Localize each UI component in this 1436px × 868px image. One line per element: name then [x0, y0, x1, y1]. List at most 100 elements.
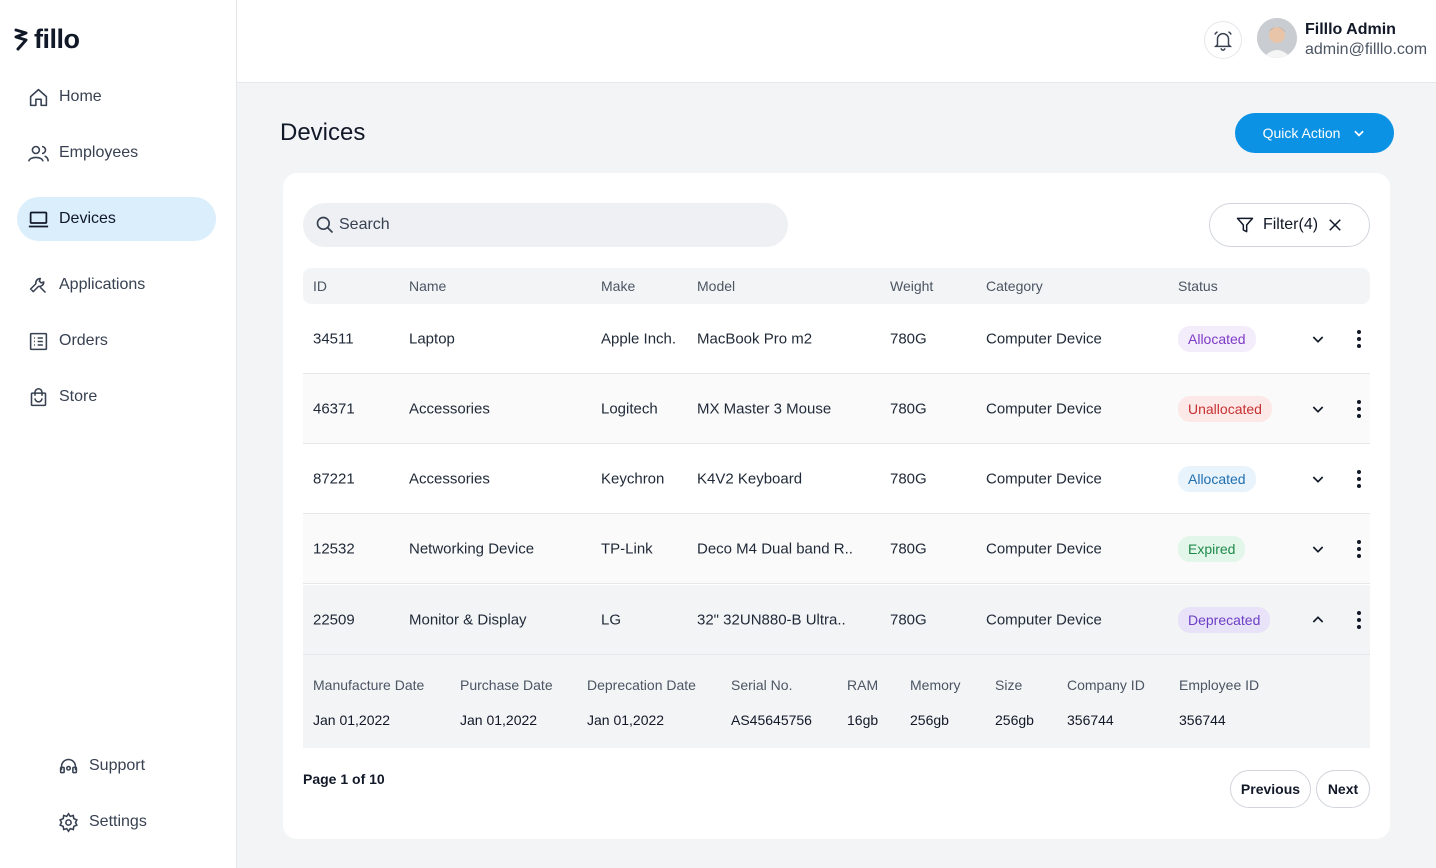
- more-vertical-icon: [1357, 539, 1361, 558]
- table-row[interactable]: 12532 Networking Device TP-Link Deco M4 …: [303, 514, 1370, 584]
- row-menu-button[interactable]: [1351, 329, 1367, 349]
- detail-header: Size: [995, 677, 1023, 693]
- cell-category: Computer Device: [986, 400, 1102, 417]
- notifications-button[interactable]: [1204, 21, 1242, 59]
- gear-icon: [59, 811, 78, 833]
- next-button[interactable]: Next: [1316, 770, 1370, 808]
- bell-icon: [1213, 31, 1233, 51]
- sidebar-item-orders[interactable]: Orders: [17, 319, 216, 363]
- column-header-make[interactable]: Make: [601, 278, 635, 294]
- top-header: Filllo Admin admin@filllo.com: [237, 0, 1436, 83]
- cell-make: Keychron: [601, 470, 665, 487]
- sidebar-item-employees[interactable]: Employees: [17, 131, 216, 175]
- users-icon: [28, 145, 49, 162]
- status-badge: Allocated: [1178, 465, 1256, 492]
- cell-weight: 780G: [890, 330, 927, 347]
- sidebar-item-devices[interactable]: Devices: [17, 197, 216, 241]
- more-vertical-icon: [1357, 469, 1361, 488]
- status-badge: Unallocated: [1178, 395, 1272, 422]
- cell-category: Computer Device: [986, 611, 1102, 628]
- sidebar-item-home[interactable]: Home: [17, 75, 216, 119]
- sidebar-item-applications[interactable]: Applications: [17, 263, 216, 307]
- cell-id: 22509: [313, 611, 355, 628]
- filter-label: Filter(4): [1262, 216, 1319, 233]
- column-header-status[interactable]: Status: [1178, 278, 1218, 294]
- cell-name: Monitor & Display: [409, 611, 527, 628]
- expand-row-button[interactable]: [1310, 331, 1326, 347]
- table-row[interactable]: 87221 Accessories Keychron K4V2 Keyboard…: [303, 444, 1370, 514]
- cell-weight: 780G: [890, 611, 927, 628]
- cell-category: Computer Device: [986, 540, 1102, 557]
- brand-logo[interactable]: fillo: [14, 24, 80, 55]
- cell-category: Computer Device: [986, 470, 1102, 487]
- row-details-panel: Manufacture Date Purchase Date Deprecati…: [303, 655, 1370, 748]
- sidebar-item-store[interactable]: Store: [17, 375, 216, 419]
- cell-id: 46371: [313, 400, 355, 417]
- search-bar[interactable]: [303, 203, 788, 247]
- cell-model: Deco M4 Dual band R..: [697, 540, 853, 557]
- cell-make: TP-Link: [601, 540, 653, 557]
- cell-id: 34511: [313, 330, 354, 347]
- sidebar: fillo Home Employees Devices Application…: [0, 0, 237, 868]
- column-header-weight[interactable]: Weight: [890, 278, 933, 294]
- avatar[interactable]: [1257, 18, 1297, 58]
- cell-model: 32" 32UN880-B Ultra..: [697, 611, 846, 628]
- expand-row-button[interactable]: [1310, 401, 1326, 417]
- bag-icon: [30, 387, 47, 406]
- detail-header: Memory: [910, 677, 961, 693]
- expand-row-button[interactable]: [1310, 541, 1326, 557]
- row-menu-button[interactable]: [1351, 469, 1367, 489]
- sidebar-item-label: Store: [59, 388, 98, 405]
- sidebar-item-label: Orders: [59, 332, 108, 349]
- collapse-row-button[interactable]: [1310, 612, 1326, 628]
- column-header-category[interactable]: Category: [986, 278, 1043, 294]
- detail-header: Serial No.: [731, 677, 793, 693]
- table-header: ID Name Make Model Weight Category Statu…: [303, 268, 1370, 304]
- column-header-model[interactable]: Model: [697, 278, 735, 294]
- detail-header: Company ID: [1067, 677, 1145, 693]
- page-title: Devices: [280, 119, 366, 146]
- expand-row-button[interactable]: [1310, 471, 1326, 487]
- cell-model: K4V2 Keyboard: [697, 470, 803, 487]
- row-menu-button[interactable]: [1351, 610, 1367, 630]
- search-input[interactable]: [339, 216, 759, 234]
- sidebar-item-settings[interactable]: Settings: [47, 800, 217, 844]
- cell-make: Apple Inch.: [601, 330, 677, 347]
- sidebar-item-label: Settings: [89, 813, 147, 830]
- cell-name: Networking Device: [409, 540, 535, 557]
- table-row-expanded[interactable]: 22509 Monitor & Display LG 32" 32UN880-B…: [303, 585, 1370, 655]
- detail-header: RAM: [847, 677, 879, 693]
- detail-value: Jan 01,2022: [587, 712, 665, 728]
- cell-model: MX Master 3 Mouse: [697, 400, 832, 417]
- chevron-up-icon: [1312, 615, 1324, 623]
- table-row[interactable]: 34511 Laptop Apple Inch. MacBook Pro m2 …: [303, 304, 1370, 374]
- previous-button[interactable]: Previous: [1230, 770, 1311, 808]
- row-menu-button[interactable]: [1351, 399, 1367, 419]
- laptop-icon: [28, 211, 49, 227]
- chevron-down-icon: [1312, 475, 1324, 483]
- status-badge: Allocated: [1178, 325, 1256, 352]
- filter-button[interactable]: Filter(4): [1209, 203, 1370, 247]
- close-icon[interactable]: [1326, 216, 1344, 234]
- table-row[interactable]: 46371 Accessories Logitech MX Master 3 M…: [303, 374, 1370, 444]
- sidebar-item-label: Employees: [59, 144, 139, 161]
- row-menu-button[interactable]: [1351, 539, 1367, 559]
- cell-name: Accessories: [409, 470, 490, 487]
- chevron-down-icon: [1354, 130, 1365, 137]
- sidebar-item-label: Support: [89, 757, 146, 774]
- user-email: admin@filllo.com: [1305, 41, 1428, 58]
- more-vertical-icon: [1357, 399, 1361, 418]
- cell-weight: 780G: [890, 540, 927, 557]
- quick-action-button[interactable]: Quick Action: [1235, 113, 1394, 153]
- sidebar-item-label: Applications: [59, 276, 146, 293]
- column-header-id[interactable]: ID: [313, 278, 327, 294]
- cell-make: LG: [601, 611, 622, 628]
- brand-name: fillo: [34, 24, 80, 54]
- sidebar-item-label: Devices: [59, 210, 116, 227]
- cell-weight: 780G: [890, 400, 927, 417]
- sidebar-item-support[interactable]: Support: [47, 744, 217, 788]
- chevron-down-icon: [1312, 335, 1324, 343]
- pagination-info: Page 1 of 10: [303, 771, 385, 787]
- devices-card: Filter(4) ID Name Make Model Weight Cate…: [283, 173, 1390, 839]
- column-header-name[interactable]: Name: [409, 278, 446, 294]
